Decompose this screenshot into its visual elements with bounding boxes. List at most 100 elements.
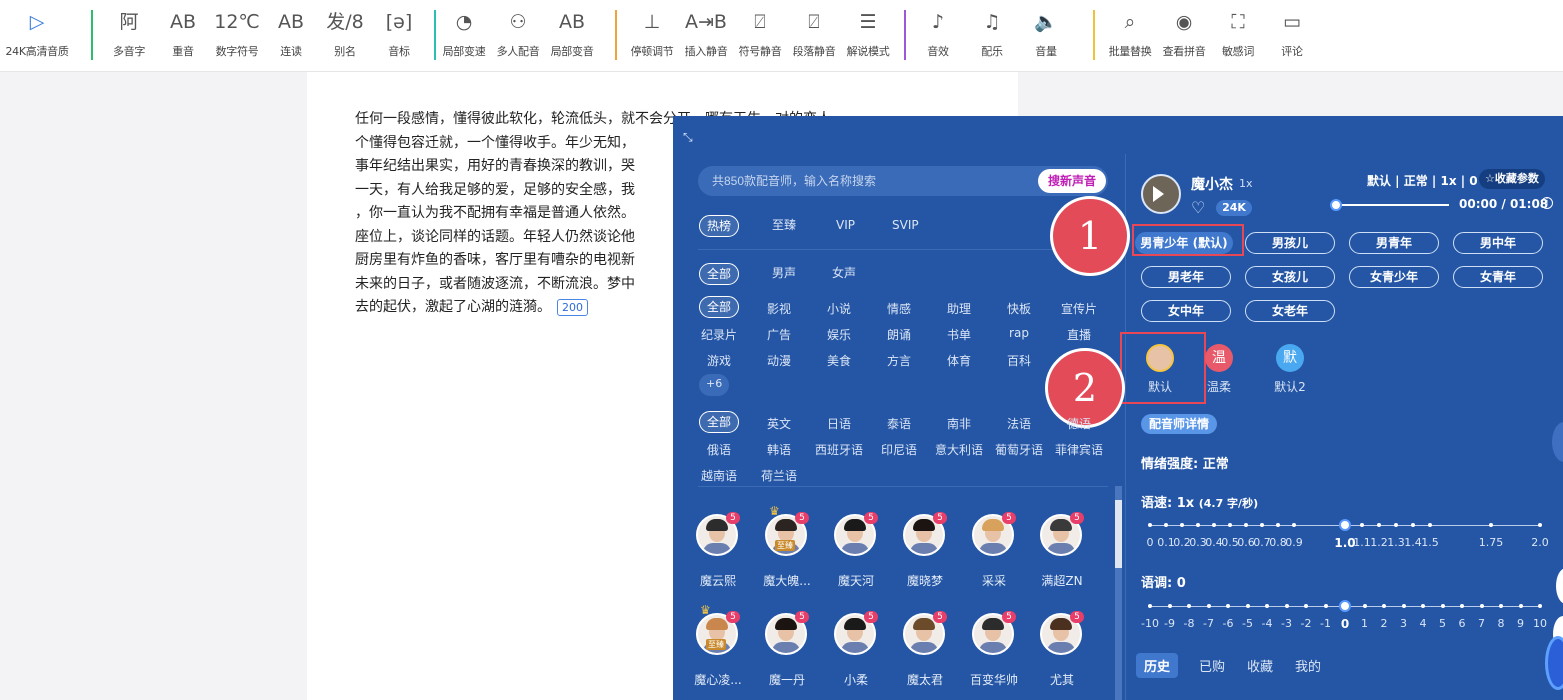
scrollbar-thumb[interactable] xyxy=(1115,500,1122,568)
language-tab[interactable]: 葡萄牙语 xyxy=(989,441,1049,458)
pitch-slider-dot[interactable] xyxy=(1167,604,1172,608)
style-option[interactable]: 默认 xyxy=(1130,344,1190,395)
speed-slider-dot[interactable] xyxy=(1377,523,1381,527)
language-tab[interactable]: 印尼语 xyxy=(869,441,929,458)
bottom-tab[interactable]: 收藏 xyxy=(1247,656,1273,675)
speed-slider-dot[interactable] xyxy=(1244,523,1248,527)
speed-slider-dot[interactable] xyxy=(1292,523,1296,527)
speed-slider-knob[interactable] xyxy=(1339,519,1351,531)
toolbar-narration-mode-button[interactable]: ☰ 解说模式 xyxy=(836,8,900,59)
speed-slider-dot[interactable] xyxy=(1180,523,1184,527)
language-tab[interactable]: 西班牙语 xyxy=(809,441,869,458)
age-tag[interactable]: 女孩儿 xyxy=(1245,266,1335,288)
language-tab[interactable]: 意大利语 xyxy=(929,441,989,458)
category-tab[interactable]: 娱乐 xyxy=(809,326,869,343)
style-option[interactable]: 温温柔 xyxy=(1189,344,1249,395)
voice-search-input[interactable] xyxy=(712,172,1012,190)
bottom-tab[interactable]: 我的 xyxy=(1295,656,1321,675)
speed-slider-dot[interactable] xyxy=(1148,523,1152,527)
side-float-button[interactable] xyxy=(1556,568,1563,604)
category-tab[interactable]: 体育 xyxy=(929,352,989,369)
pitch-slider-dot[interactable] xyxy=(1304,604,1308,608)
language-tab[interactable]: 南非 xyxy=(929,415,989,432)
language-tab[interactable]: 菲律宾语 xyxy=(1049,441,1109,458)
toolbar-comment-button[interactable]: ▭ 评论 xyxy=(1260,8,1324,59)
style-option[interactable]: 默默认2 xyxy=(1260,344,1320,395)
pitch-slider-dot[interactable] xyxy=(1226,604,1230,608)
language-tab[interactable]: 韩语 xyxy=(749,441,809,458)
age-tag[interactable]: 男中年 xyxy=(1453,232,1543,254)
language-tab[interactable]: 日语 xyxy=(809,415,869,432)
toolbar-phonetic-button[interactable]: [ə] 音标 xyxy=(367,8,431,59)
side-float-button[interactable] xyxy=(1552,422,1563,462)
voice-name[interactable]: 满超ZN xyxy=(1022,572,1102,589)
preview-progress-knob[interactable] xyxy=(1330,199,1342,211)
voice-name[interactable]: 魔太君 xyxy=(885,671,965,688)
category-tab[interactable]: 全部 xyxy=(699,296,740,318)
voice-name[interactable]: 魔云熙 xyxy=(678,572,758,589)
bottom-tab[interactable]: 历史 xyxy=(1136,653,1179,678)
voice-name[interactable]: 尤其 xyxy=(1022,671,1102,688)
document-line[interactable]: 座位上，谈论同样的话题。年轻人仍然谈论他 xyxy=(355,226,635,246)
pitch-slider-dot[interactable] xyxy=(1518,604,1523,608)
emotion-row[interactable]: 情绪强度: 正常 xyxy=(1141,453,1229,472)
language-tab[interactable]: 俄语 xyxy=(689,441,749,458)
info-icon[interactable]: i xyxy=(1541,197,1553,209)
pitch-slider-dot[interactable] xyxy=(1382,604,1386,608)
category-tab[interactable]: 美食 xyxy=(809,352,869,369)
toolbar-voice-change-button[interactable]: AB 局部变音 xyxy=(540,8,604,59)
age-tag[interactable]: 女青年 xyxy=(1453,266,1543,288)
category-tab[interactable]: rap xyxy=(989,326,1049,340)
toolbar-volume-button[interactable]: 🔈 音量 xyxy=(1014,8,1078,59)
age-tag[interactable]: 女中年 xyxy=(1141,300,1231,322)
document-line[interactable]: 个懂得包容迁就，一个懂得收手。年少无知， xyxy=(355,132,635,152)
age-tag[interactable]: 女老年 xyxy=(1245,300,1335,322)
gender-tab[interactable]: 全部 xyxy=(699,263,740,285)
category-tab[interactable]: 快板 xyxy=(989,300,1049,317)
speed-slider-dot[interactable] xyxy=(1538,523,1542,527)
speed-slider-dot[interactable] xyxy=(1260,523,1264,527)
heart-icon[interactable]: ♡ xyxy=(1191,198,1205,217)
pitch-slider-dot[interactable] xyxy=(1362,604,1367,608)
voice-name[interactable]: 魔晓梦 xyxy=(885,572,965,589)
category-tab[interactable]: 朗诵 xyxy=(869,326,929,343)
language-tab[interactable]: 全部 xyxy=(699,411,740,433)
rank-tab[interactable]: 至臻 xyxy=(765,215,803,237)
pitch-slider-dot[interactable] xyxy=(1265,604,1269,608)
category-tab[interactable]: 动漫 xyxy=(749,352,809,369)
pitch-slider-dot[interactable] xyxy=(1187,604,1191,608)
age-tag[interactable]: 男青少年 (默认) xyxy=(1135,232,1233,254)
pitch-slider-dot[interactable] xyxy=(1206,604,1211,608)
pitch-slider-dot[interactable] xyxy=(1460,604,1464,608)
pitch-slider-knob[interactable] xyxy=(1339,600,1351,612)
document-line[interactable]: 未来的日子，或者随波逐流，不断流浪。梦中 xyxy=(355,273,635,293)
category-tab[interactable]: 情感 xyxy=(869,300,929,317)
language-tab[interactable]: 德语 xyxy=(1049,415,1109,432)
speed-slider-dot[interactable] xyxy=(1228,523,1232,527)
speed-slider-dot[interactable] xyxy=(1276,523,1280,527)
pitch-slider-dot[interactable] xyxy=(1538,604,1542,608)
pitch-slider-dot[interactable] xyxy=(1440,604,1445,608)
document-line[interactable]: ，你一直认为我不配拥有幸福是普通人依然。 xyxy=(355,202,635,222)
pitch-slider-dot[interactable] xyxy=(1148,604,1152,608)
rank-tab[interactable]: 热榜 xyxy=(699,215,740,237)
pitch-slider-dot[interactable] xyxy=(1421,604,1425,608)
document-line[interactable]: 一天，有人给我足够的爱，足够的安全感，我 xyxy=(355,179,635,199)
rank-tab[interactable]: VIP xyxy=(829,215,862,237)
document-line[interactable]: 厨房里有炸鱼的香味，客厅里有嘈杂的电视新 xyxy=(355,249,635,269)
category-tab[interactable]: 书单 xyxy=(929,326,989,343)
gender-tab[interactable]: 女声 xyxy=(825,263,863,285)
document-line[interactable]: 事年纪结出果实，用好的青春换深的教训，哭 xyxy=(355,155,635,175)
pitch-slider-dot[interactable] xyxy=(1499,604,1503,608)
category-tab[interactable]: 游戏 xyxy=(689,352,749,369)
age-tag[interactable]: 女青少年 xyxy=(1349,266,1439,288)
voice-name[interactable]: 魔天河 xyxy=(816,572,896,589)
pitch-slider-dot[interactable] xyxy=(1479,604,1484,608)
voice-name[interactable]: 魔大魄... xyxy=(747,572,827,589)
speed-slider-dot[interactable] xyxy=(1212,523,1216,527)
category-tab[interactable]: 广告 xyxy=(749,326,809,343)
age-tag[interactable]: 男青年 xyxy=(1349,232,1439,254)
category-tab[interactable]: 影视 xyxy=(749,300,809,317)
category-tab[interactable]: 宣传片 xyxy=(1049,300,1109,317)
pitch-slider-dot[interactable] xyxy=(1401,604,1406,608)
